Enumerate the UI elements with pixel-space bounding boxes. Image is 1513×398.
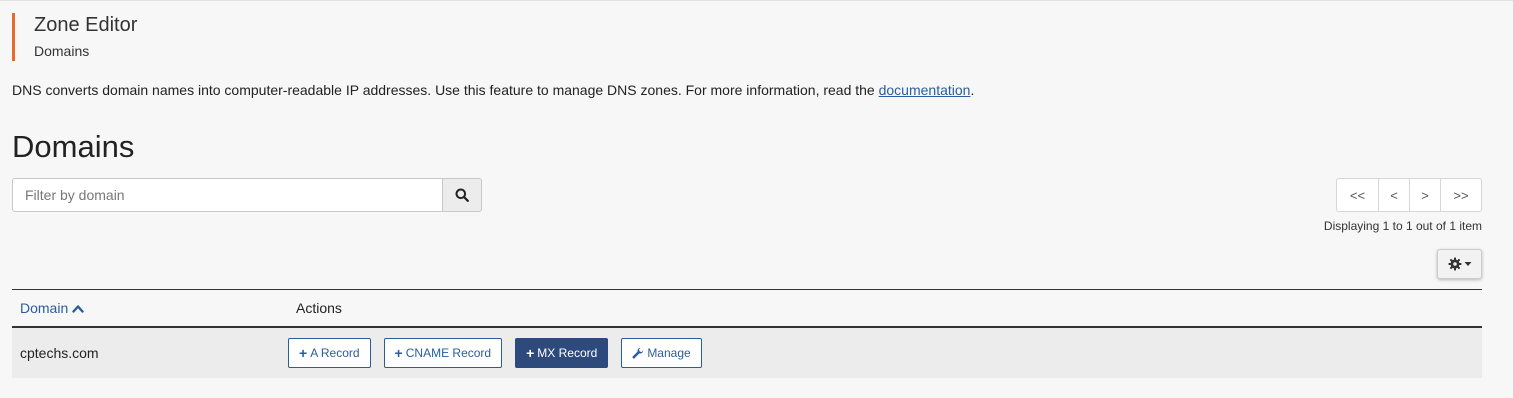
search-button[interactable] (442, 178, 482, 212)
section-title: Domains (12, 129, 135, 164)
row-actions: + A Record + CNAME Record + MX Record Ma… (288, 338, 702, 368)
manage-label: Manage (647, 346, 691, 360)
actions-column-header: Actions (296, 300, 342, 316)
plus-icon: + (394, 345, 403, 361)
add-cname-record-button[interactable]: + CNAME Record (383, 338, 503, 368)
add-mx-record-button[interactable]: + MX Record (515, 338, 609, 368)
first-page-button[interactable]: << (1336, 178, 1379, 212)
search-input[interactable] (12, 178, 442, 212)
table-row: cptechs.com + A Record + CNAME Record + … (12, 328, 1482, 378)
plus-icon: + (526, 345, 535, 361)
settings-button[interactable] (1437, 249, 1482, 279)
prev-page-button[interactable]: < (1378, 178, 1410, 212)
cname-record-label: CNAME Record (405, 346, 492, 360)
search-icon (455, 188, 469, 202)
domains-table: Domain Actions cptechs.com + A Record + … (12, 289, 1482, 378)
wrench-icon (632, 347, 644, 359)
pagination-status: Displaying 1 to 1 out of 1 item (1323, 219, 1482, 233)
gear-icon (1448, 257, 1461, 271)
page-title: Zone Editor (34, 14, 138, 36)
next-page-button[interactable]: > (1409, 178, 1441, 212)
documentation-link[interactable]: documentation (879, 82, 971, 98)
plus-icon: + (299, 345, 308, 361)
caret-down-icon (1464, 262, 1471, 266)
domain-column-label: Domain (20, 300, 69, 316)
table-header: Domain Actions (12, 289, 1482, 328)
search-bar (12, 178, 482, 212)
chevron-up-icon (72, 304, 84, 313)
domain-column-header[interactable]: Domain (12, 300, 296, 316)
mx-record-label: MX Record (537, 346, 598, 360)
description-suffix: . (970, 82, 975, 98)
page-description: DNS converts domain names into computer-… (12, 82, 974, 98)
page-subtitle: Domains (34, 43, 90, 59)
a-record-label: A Record (310, 346, 360, 360)
domain-cell: cptechs.com (20, 345, 99, 361)
description-text: DNS converts domain names into computer-… (12, 82, 879, 98)
pagination: << < > >> (1336, 178, 1482, 212)
last-page-button[interactable]: >> (1440, 178, 1482, 212)
manage-button[interactable]: Manage (621, 338, 702, 368)
add-a-record-button[interactable]: + A Record (288, 338, 371, 368)
page-header: Zone Editor Domains (12, 13, 137, 61)
